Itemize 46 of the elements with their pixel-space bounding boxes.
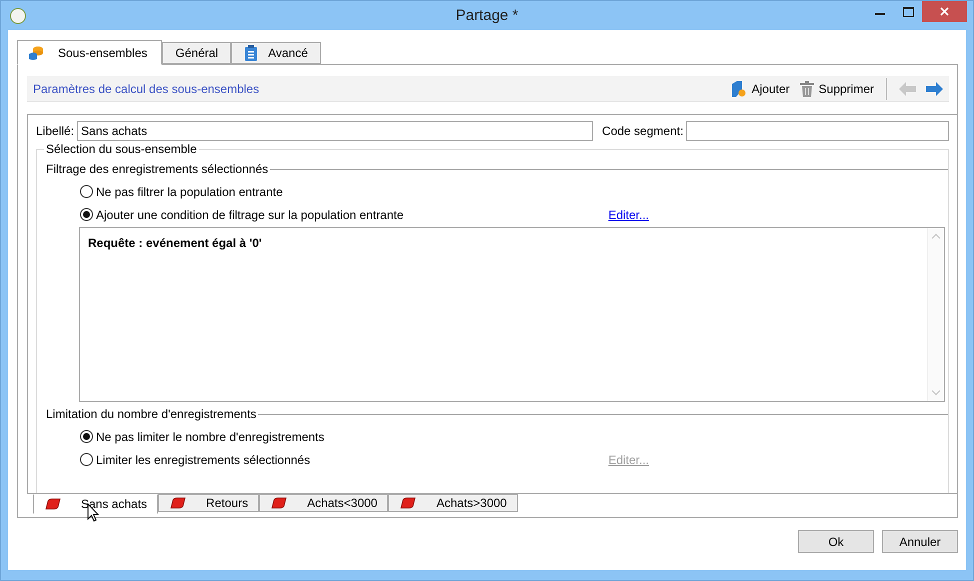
group-title: Filtrage des enregistrements sélectionnés <box>46 162 268 176</box>
option-label: Ne pas limiter le nombre d'enregistrements <box>96 430 324 444</box>
group-title: Limitation du nombre d'enregistrements <box>46 407 256 421</box>
database-icon <box>28 44 44 60</box>
section-title: Paramètres de calcul des sous-ensembles <box>33 82 260 96</box>
segment-icon <box>44 498 61 510</box>
radio-button[interactable] <box>80 430 93 443</box>
trash-icon <box>800 80 814 96</box>
option-label: Ne pas filtrer la population entrante <box>96 184 283 198</box>
tab[interactable]: Avancé <box>231 42 321 64</box>
radio-button[interactable] <box>80 185 93 198</box>
tab[interactable]: Général <box>162 42 232 64</box>
app-icon[interactable] <box>10 8 26 24</box>
tab[interactable]: Achats>3000 <box>388 494 518 512</box>
close-icon <box>940 7 949 16</box>
field-label: Code segment: <box>602 124 684 138</box>
option-label: Ajouter une condition de filtrage sur la population entrante <box>96 208 404 222</box>
clipboard-icon <box>244 45 258 61</box>
toolbar-button[interactable]: Supprimer <box>800 80 874 96</box>
input-field[interactable] <box>686 121 950 141</box>
tab[interactable]: Sous-ensembles <box>17 40 162 65</box>
vertical-scrollbar[interactable] <box>927 228 944 401</box>
segment-icon <box>270 497 288 509</box>
forward-button[interactable] <box>926 82 943 96</box>
tab[interactable]: Achats<3000 <box>259 494 388 512</box>
toolbar-button[interactable]: Ajouter <box>730 80 790 96</box>
close-button[interactable] <box>922 1 967 22</box>
dialog-button[interactable]: Annuler <box>882 530 958 553</box>
radio-button[interactable] <box>80 453 93 466</box>
segment-icon <box>169 497 186 509</box>
minimize-icon <box>875 13 885 15</box>
window-title: Partage * <box>456 7 518 24</box>
option-label: Limiter les enregistrements sélectionnés <box>96 452 310 466</box>
field-label: Libellé: <box>36 124 74 138</box>
radio-button[interactable] <box>80 208 93 221</box>
add-document-icon <box>730 80 747 96</box>
edit-link[interactable]: Editer... <box>608 208 649 222</box>
input-field[interactable]: Sans achats <box>77 121 594 141</box>
left-arrow-icon <box>899 82 916 96</box>
right-arrow-icon <box>926 82 943 96</box>
segment-icon <box>399 497 416 509</box>
dialog-button[interactable]: Ok <box>798 530 874 553</box>
group-title: Sélection du sous-ensemble <box>44 142 199 156</box>
query-text: Requête : evénement égal à '0' <box>87 235 263 252</box>
maximize-icon <box>902 7 914 17</box>
tab[interactable]: Retours <box>158 494 260 512</box>
